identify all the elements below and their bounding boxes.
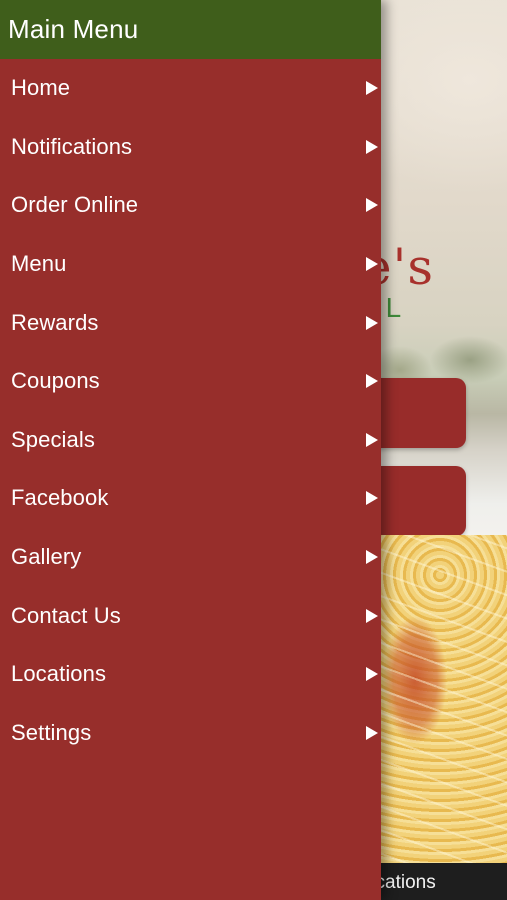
menu-item-coupons[interactable]: Coupons bbox=[0, 352, 381, 411]
menu-item-label: Specials bbox=[11, 426, 95, 452]
menu-item-facebook[interactable]: Facebook bbox=[0, 469, 381, 528]
menu-item-notifications[interactable]: Notifications bbox=[0, 118, 381, 177]
menu-item-contact-us[interactable]: Contact Us bbox=[0, 586, 381, 645]
chevron-right-icon bbox=[366, 257, 378, 272]
chevron-right-icon bbox=[366, 608, 378, 623]
menu-item-label: Notifications bbox=[11, 133, 133, 159]
menu-item-settings[interactable]: Settings bbox=[0, 704, 381, 763]
menu-item-label: Settings bbox=[11, 719, 92, 745]
chevron-right-icon bbox=[366, 139, 378, 154]
pasta-food-image bbox=[380, 535, 507, 865]
chevron-right-icon bbox=[366, 725, 378, 740]
menu-item-label: Locations bbox=[11, 661, 107, 687]
chevron-right-icon bbox=[366, 491, 378, 506]
menu-item-specials[interactable]: Specials bbox=[0, 411, 381, 470]
drawer-title: Main Menu bbox=[8, 14, 139, 44]
chevron-right-icon bbox=[366, 432, 378, 447]
menu-item-label: Gallery bbox=[11, 544, 82, 570]
chevron-right-icon bbox=[366, 81, 378, 96]
menu-item-gallery[interactable]: Gallery bbox=[0, 528, 381, 587]
menu-item-label: Rewards bbox=[11, 309, 99, 335]
chevron-right-icon bbox=[366, 374, 378, 389]
menu-item-locations[interactable]: Locations bbox=[0, 645, 381, 704]
menu-item-label: Menu bbox=[11, 251, 67, 277]
menu-item-label: Coupons bbox=[11, 368, 100, 394]
menu-item-label: Home bbox=[11, 75, 71, 101]
app-screen: e's LL fications Main Menu Home Notifica… bbox=[0, 0, 507, 900]
main-menu-drawer: Main Menu Home Notifications Order Onlin… bbox=[0, 0, 381, 900]
menu-item-label: Order Online bbox=[11, 192, 139, 218]
menu-item-label: Facebook bbox=[11, 485, 109, 511]
menu-item-label: Contact Us bbox=[11, 602, 121, 628]
chevron-right-icon bbox=[366, 550, 378, 565]
menu-item-menu[interactable]: Menu bbox=[0, 235, 381, 294]
chevron-right-icon bbox=[366, 315, 378, 330]
menu-item-order-online[interactable]: Order Online bbox=[0, 176, 381, 235]
chevron-right-icon bbox=[366, 198, 378, 213]
menu-list: Home Notifications Order Online Menu Rew… bbox=[0, 59, 381, 762]
chevron-right-icon bbox=[366, 667, 378, 682]
drawer-header: Main Menu bbox=[0, 0, 381, 59]
menu-item-rewards[interactable]: Rewards bbox=[0, 293, 381, 352]
menu-item-home[interactable]: Home bbox=[0, 59, 381, 118]
